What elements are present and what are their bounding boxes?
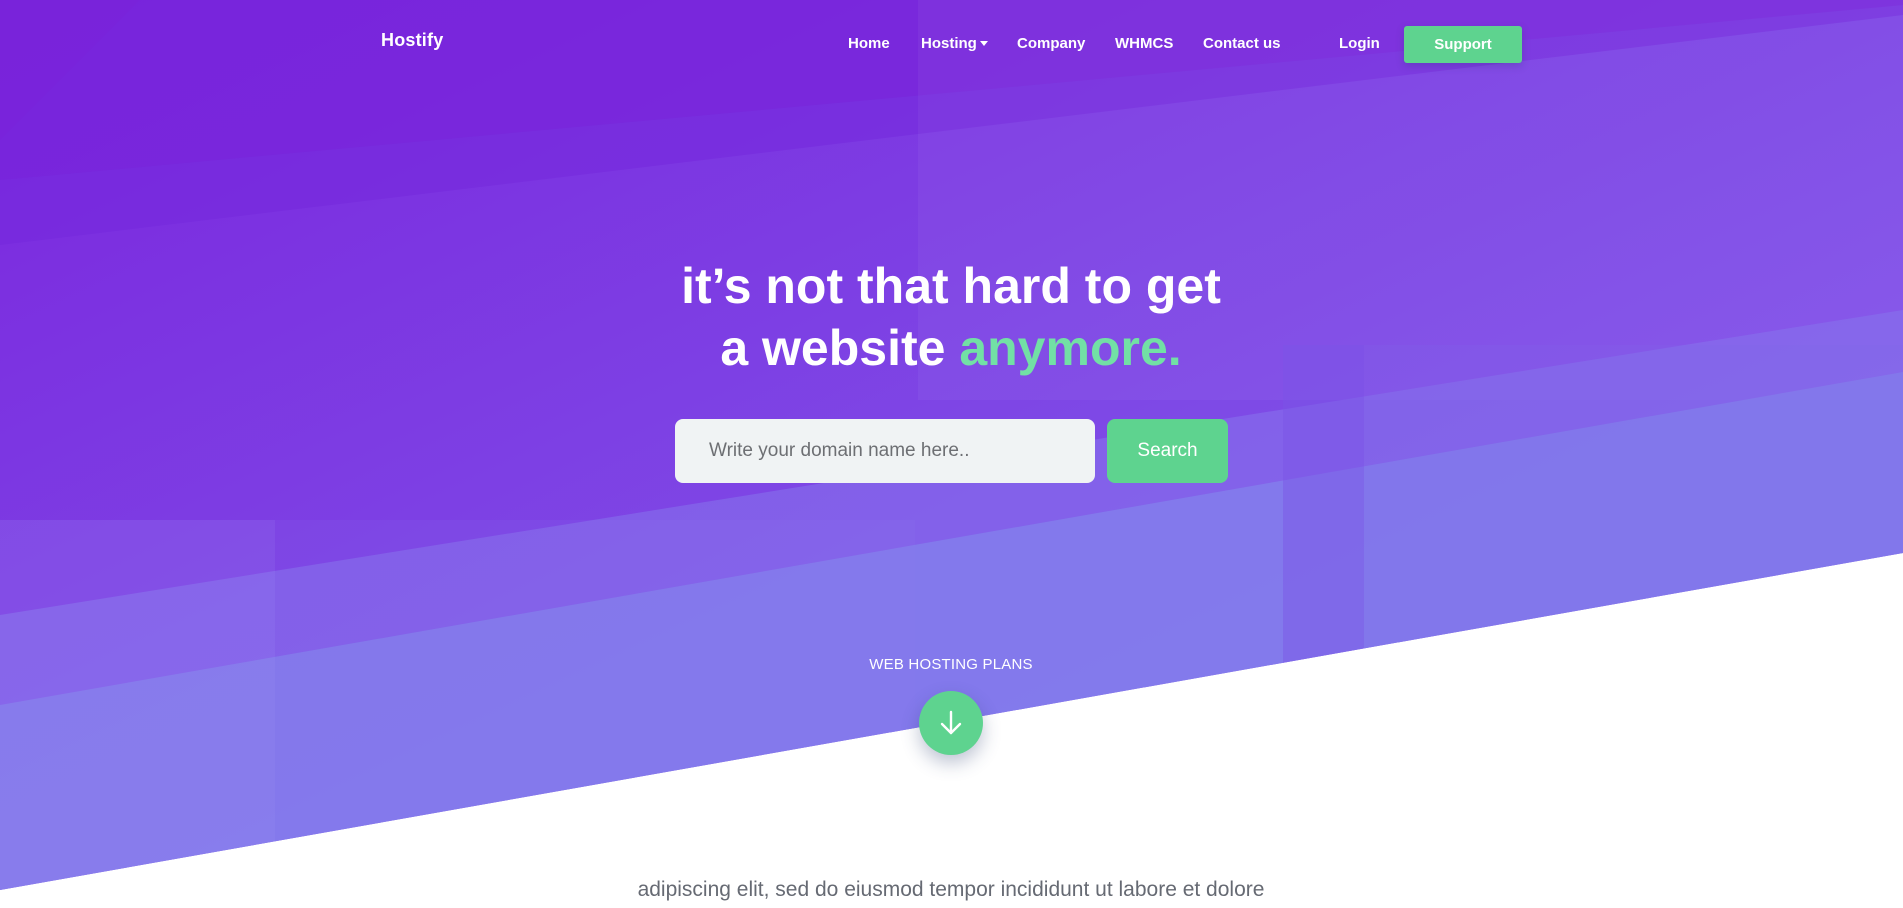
nav-hosting[interactable]: Hosting: [921, 35, 988, 52]
hero-headline: it’s not that hard to get a website anym…: [551, 255, 1351, 379]
top-navbar: Hostify Home Hosting Company WHMCS Conta…: [0, 0, 1903, 90]
headline-line-2-prefix: a website: [720, 320, 960, 376]
nav-home[interactable]: Home: [848, 35, 890, 52]
headline-accent-word: anymore.: [959, 320, 1182, 376]
body-text-excerpt: adipiscing elit, sed do eiusmod tempor i…: [637, 878, 1265, 901]
nav-hosting-label: Hosting: [921, 35, 977, 52]
domain-search-input[interactable]: [675, 419, 1095, 483]
headline-line-2: a website anymore.: [551, 317, 1351, 379]
nav-contact-us[interactable]: Contact us: [1203, 35, 1281, 52]
arrow-down-icon: [940, 710, 962, 735]
login-link[interactable]: Login: [1339, 35, 1380, 52]
web-hosting-plans-label: WEB HOSTING PLANS: [869, 656, 1033, 673]
scroll-down-button[interactable]: [919, 691, 983, 755]
nav-whmcs[interactable]: WHMCS: [1115, 35, 1173, 52]
brand-logo[interactable]: Hostify: [381, 30, 443, 51]
support-button[interactable]: Support: [1404, 26, 1522, 63]
search-button[interactable]: Search: [1107, 419, 1228, 483]
nav-company[interactable]: Company: [1017, 35, 1085, 52]
caret-down-icon: [979, 40, 988, 46]
headline-line-1: it’s not that hard to get: [681, 258, 1221, 314]
